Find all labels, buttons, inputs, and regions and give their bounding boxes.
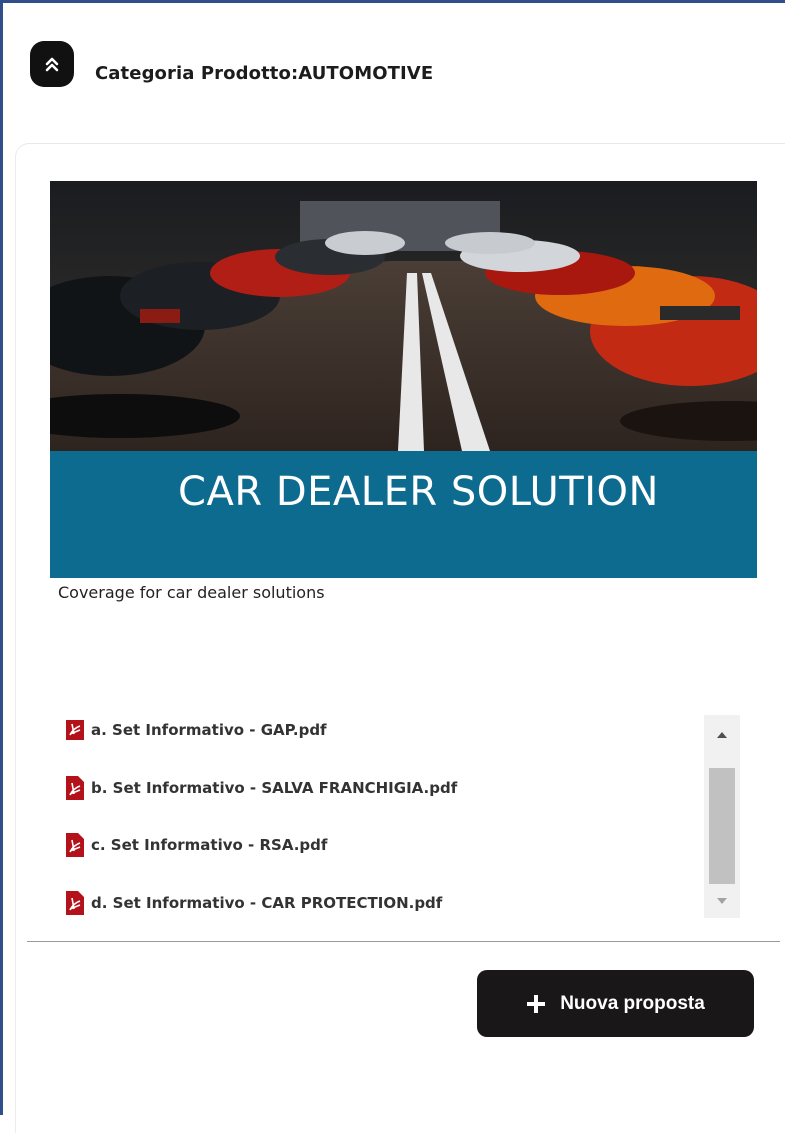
scroll-up-arrow[interactable] bbox=[704, 715, 740, 755]
document-link-rsa[interactable]: c. Set Informativo - RSA.pdf bbox=[65, 830, 327, 860]
document-list-scrollbar[interactable] bbox=[704, 715, 740, 918]
document-link-car-protection[interactable]: d. Set Informativo - CAR PROTECTION.pdf bbox=[65, 888, 442, 918]
triangle-down-icon bbox=[717, 898, 727, 904]
new-proposal-label: Nuova proposta bbox=[560, 992, 705, 1014]
product-description: Coverage for car dealer solutions bbox=[58, 583, 325, 602]
document-label: d. Set Informativo - CAR PROTECTION.pdf bbox=[91, 894, 443, 912]
pdf-icon bbox=[66, 891, 84, 915]
category-header: Categoria Prodotto:AUTOMOTIVE bbox=[30, 41, 750, 91]
double-chevron-up-icon bbox=[45, 57, 59, 72]
scroll-thumb[interactable] bbox=[709, 768, 735, 884]
collapse-toggle-button[interactable] bbox=[30, 41, 74, 87]
document-link-salva-franchigia[interactable]: b. Set Informativo - SALVA FRANCHIGIA.pd… bbox=[65, 773, 457, 803]
car-lot-photo bbox=[50, 181, 757, 451]
plus-icon bbox=[527, 994, 546, 1013]
pdf-icon bbox=[66, 776, 84, 800]
document-label: c. Set Informativo - RSA.pdf bbox=[91, 836, 328, 854]
document-label: a. Set Informativo - GAP.pdf bbox=[91, 721, 327, 739]
app-frame: Categoria Prodotto:AUTOMOTIVE CAR DEALER… bbox=[0, 0, 785, 1133]
product-banner[interactable]: CAR DEALER SOLUTION bbox=[50, 181, 757, 578]
pdf-icon bbox=[66, 833, 84, 857]
category-title: Categoria Prodotto:AUTOMOTIVE bbox=[95, 63, 434, 84]
document-label: b. Set Informativo - SALVA FRANCHIGIA.pd… bbox=[91, 779, 458, 797]
triangle-up-icon bbox=[717, 732, 727, 738]
document-link-gap[interactable]: a. Set Informativo - GAP.pdf bbox=[65, 715, 327, 745]
scroll-down-arrow[interactable] bbox=[704, 881, 740, 921]
new-proposal-button[interactable]: Nuova proposta bbox=[477, 970, 754, 1037]
banner-title: CAR DEALER SOLUTION bbox=[178, 469, 659, 515]
pdf-icon bbox=[66, 720, 84, 740]
divider bbox=[27, 941, 780, 942]
